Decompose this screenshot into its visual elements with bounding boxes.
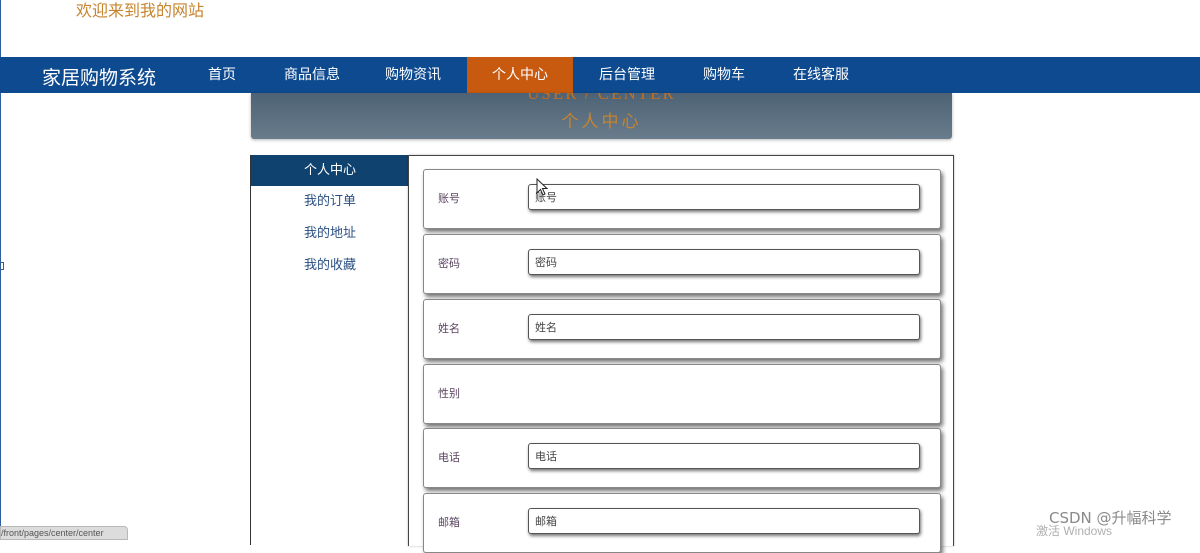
nav-item-news[interactable]: 购物资讯	[370, 57, 456, 93]
site-brand[interactable]: 家居购物系统	[42, 63, 156, 90]
nav-item-home[interactable]: 首页	[192, 57, 252, 93]
window-resize-marker	[0, 262, 4, 270]
sidebar-item-my-orders[interactable]: 我的订单	[251, 186, 409, 217]
account-input[interactable]	[528, 184, 920, 210]
user-info-form: 账号 密码 姓名 性别 电话 邮箱	[408, 155, 954, 553]
banner-title-en: USER / CENTER	[527, 93, 676, 103]
password-label: 密码	[438, 257, 460, 270]
phone-label: 电话	[438, 451, 460, 464]
form-row-email: 邮箱	[423, 493, 941, 553]
email-label: 邮箱	[438, 516, 460, 529]
page-banner: USER / CENTER 个人中心	[251, 93, 952, 139]
nav-item-products[interactable]: 商品信息	[270, 57, 354, 93]
nav-item-cart[interactable]: 购物车	[690, 57, 758, 93]
email-input[interactable]	[528, 508, 920, 534]
banner-title-cn: 个人中心	[561, 112, 642, 132]
sidebar-item-user-center[interactable]: 个人中心	[251, 155, 409, 186]
name-input[interactable]	[528, 314, 920, 340]
mouse-cursor-icon	[536, 178, 548, 196]
browser-status-url: /front/pages/center/center	[0, 526, 128, 540]
nav-item-user-center[interactable]: 个人中心	[467, 57, 573, 93]
name-label: 姓名	[438, 322, 460, 335]
gender-label: 性别	[438, 387, 460, 400]
sidebar-item-my-favorites[interactable]: 我的收藏	[251, 250, 409, 281]
form-row-account: 账号	[423, 169, 941, 229]
csdn-watermark: CSDN @升幅科学	[1049, 509, 1172, 527]
top-navbar: 家居购物系统 首页 商品信息 购物资讯 个人中心 后台管理 购物车 在线客服	[0, 57, 1200, 93]
nav-item-online-service[interactable]: 在线客服	[778, 57, 864, 93]
welcome-text: 欢迎来到我的网站	[76, 1, 205, 20]
form-row-phone: 电话	[423, 428, 941, 488]
password-input[interactable]	[528, 249, 920, 275]
sidebar-item-my-address[interactable]: 我的地址	[251, 218, 409, 249]
form-row-name: 姓名	[423, 299, 941, 359]
account-label: 账号	[438, 192, 460, 205]
form-row-gender: 性别	[423, 364, 941, 424]
form-row-password: 密码	[423, 234, 941, 294]
nav-item-admin[interactable]: 后台管理	[584, 57, 670, 93]
user-center-sidebar: 个人中心 我的订单 我的地址 我的收藏	[250, 155, 409, 545]
phone-input[interactable]	[528, 443, 920, 469]
